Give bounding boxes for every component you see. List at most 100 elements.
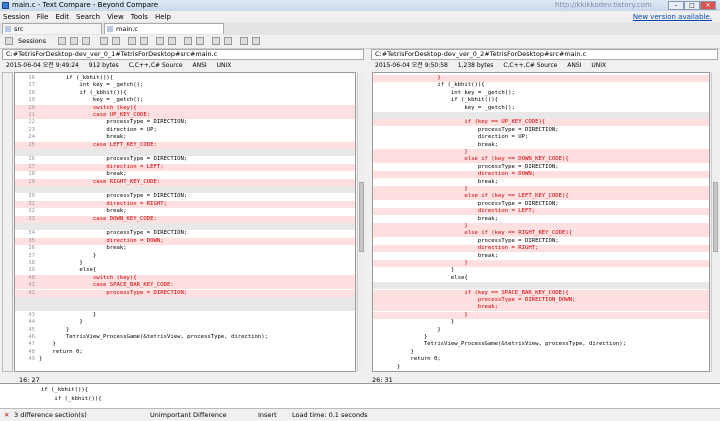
options-icon[interactable] (240, 37, 248, 45)
minimize-button[interactable]: – (668, 1, 684, 10)
code-line[interactable] (373, 112, 709, 119)
code-line[interactable]: processType = DIRECTION; (373, 164, 709, 171)
menu-tools[interactable]: Tools (131, 13, 148, 21)
code-line[interactable]: break; (373, 142, 709, 149)
new-version-link[interactable]: New version available. (633, 13, 712, 21)
left-format[interactable]: C,C++,C# Source (129, 62, 183, 69)
code-line[interactable]: direction = LEFT; (373, 208, 709, 216)
right-vertical-scrollbar[interactable] (711, 72, 719, 372)
reload-icon[interactable] (196, 37, 204, 45)
code-line[interactable]: 24 break; (15, 134, 355, 141)
code-line[interactable]: 33 case DOWN_KEY_CODE: (15, 215, 355, 223)
code-line[interactable]: } (373, 364, 709, 371)
code-line[interactable]: processType = DIRECTION_DOWN; (373, 297, 709, 304)
code-line[interactable]: 35 direction = DOWN; (15, 237, 355, 245)
code-line[interactable]: return 0; (373, 356, 709, 363)
code-line[interactable]: key = _getch(); (373, 105, 709, 112)
code-line[interactable]: 17 int key = _getch(); (15, 82, 355, 89)
left-encoding[interactable]: ANSI (193, 62, 207, 69)
swap-icon[interactable] (184, 37, 192, 45)
code-line[interactable]: 32 break; (15, 208, 355, 215)
code-line[interactable]: 21 case UP_KEY_CODE: (15, 112, 355, 119)
format-icon[interactable] (112, 37, 120, 45)
code-line[interactable]: 20 switch (key){ (15, 104, 355, 112)
code-line[interactable]: 45 } (15, 327, 355, 334)
code-line[interactable]: break; (373, 304, 709, 312)
code-line[interactable] (15, 304, 355, 312)
edit-icon[interactable] (212, 37, 220, 45)
scroll-thumb[interactable] (359, 182, 364, 252)
code-line[interactable]: if (_kbhit()){ (373, 82, 709, 89)
code-line[interactable]: } (373, 260, 709, 267)
code-line[interactable]: direction = DOWN; (373, 171, 709, 179)
copy-left-icon[interactable] (128, 37, 136, 45)
diff-thumbnail[interactable] (2, 72, 13, 372)
code-line[interactable]: break; (373, 216, 709, 223)
code-line[interactable]: 34 processType = DIRECTION; (15, 230, 355, 237)
code-line[interactable]: 39 else{ (15, 267, 355, 274)
code-line[interactable]: 16 if (_kbhit()){ (15, 75, 355, 82)
copy-right-icon[interactable] (140, 37, 148, 45)
code-line[interactable]: processType = DIRECTION; (373, 238, 709, 245)
rules-icon[interactable] (100, 37, 108, 45)
code-line[interactable]: 22 processType = DIRECTION; (15, 119, 355, 126)
code-line[interactable]: direction = RIGHT; (373, 245, 709, 253)
code-line[interactable]: break; (373, 253, 709, 260)
code-line[interactable]: 26 processType = DIRECTION; (15, 156, 355, 163)
code-line[interactable]: 18 if (_kbhit()){ (15, 90, 355, 97)
scroll-thumb[interactable] (713, 182, 718, 252)
code-line[interactable]: } (373, 334, 709, 341)
menu-view[interactable]: View (107, 13, 124, 21)
left-editor-pane[interactable]: 16 if (_kbhit()){17 int key = _getch(); 1… (14, 72, 356, 372)
code-line[interactable]: 36 break; (15, 245, 355, 252)
code-line[interactable]: 38 } (15, 260, 355, 267)
code-line[interactable]: 31 direction = RIGHT; (15, 200, 355, 208)
prev-diff-icon[interactable] (156, 37, 164, 45)
code-line[interactable]: 41 case SPACE_BAR_KEY_CODE: (15, 282, 355, 290)
close-button[interactable]: ✕ (700, 1, 716, 10)
same-icon[interactable] (82, 37, 90, 45)
right-path-field[interactable]: C:#TetrisForDesktop-dev_ver_0_2#TetrisFo… (371, 49, 718, 60)
code-line[interactable]: } (373, 149, 709, 156)
code-line[interactable] (15, 149, 355, 156)
right-eol[interactable]: UNIX (591, 62, 606, 69)
code-line[interactable]: } (373, 349, 709, 356)
code-line[interactable]: if (_kbhit()){ (373, 97, 709, 104)
code-line[interactable]: 40 switch (key){ (15, 274, 355, 282)
menu-help[interactable]: Help (155, 13, 171, 21)
code-line[interactable]: 30 processType = DIRECTION; (15, 193, 355, 200)
code-line[interactable]: 29 case RIGHT_KEY_CODE: (15, 178, 355, 186)
code-line[interactable]: else{ (373, 275, 709, 282)
code-line[interactable]: else if (key == DOWN_KEY_CODE){ (373, 156, 709, 164)
code-line[interactable]: 44 } (15, 319, 355, 326)
code-line[interactable]: } (373, 186, 709, 193)
right-encoding[interactable]: ANSI (567, 62, 581, 69)
code-line[interactable]: } (373, 319, 709, 326)
code-line[interactable]: processType = DIRECTION; (373, 127, 709, 134)
code-line[interactable]: processType = DIRECTION; (373, 201, 709, 208)
code-line[interactable]: 46 TetrisView_ProcessGame(&tetrisView, p… (15, 334, 355, 341)
code-line[interactable] (15, 186, 355, 193)
menu-edit[interactable]: Edit (55, 13, 69, 21)
code-line[interactable]: } (373, 75, 709, 82)
right-editor-pane[interactable]: } if (_kbhit()){ int key = _getch(); if … (372, 72, 710, 372)
code-line[interactable]: 28 break; (15, 171, 355, 178)
code-line[interactable]: 23 direction = UP; (15, 127, 355, 134)
home-icon[interactable] (5, 37, 13, 45)
menu-file[interactable]: File (37, 13, 49, 21)
code-line[interactable] (15, 223, 355, 230)
code-line[interactable]: 27 direction = LEFT; (15, 163, 355, 171)
code-line[interactable]: 49} (15, 356, 355, 363)
next-diff-icon[interactable] (168, 37, 176, 45)
code-line[interactable] (373, 282, 709, 290)
view-icon[interactable] (252, 37, 260, 45)
left-path-field[interactable]: C:#TetrisForDesktop-dev_ver_0_1#TetrisFo… (2, 49, 364, 60)
code-line[interactable]: TetrisView_ProcessGame(&tetrisView, proc… (373, 341, 709, 348)
code-line[interactable]: break; (373, 179, 709, 186)
code-line[interactable]: direction = UP; (373, 134, 709, 141)
diff-icon[interactable] (70, 37, 78, 45)
tab-main-c[interactable]: main.c (104, 23, 224, 34)
code-line[interactable]: else if (key == LEFT_KEY_CODE){ (373, 193, 709, 201)
right-format[interactable]: C,C++,C# Source (503, 62, 557, 69)
code-line[interactable]: 37 } (15, 253, 355, 260)
